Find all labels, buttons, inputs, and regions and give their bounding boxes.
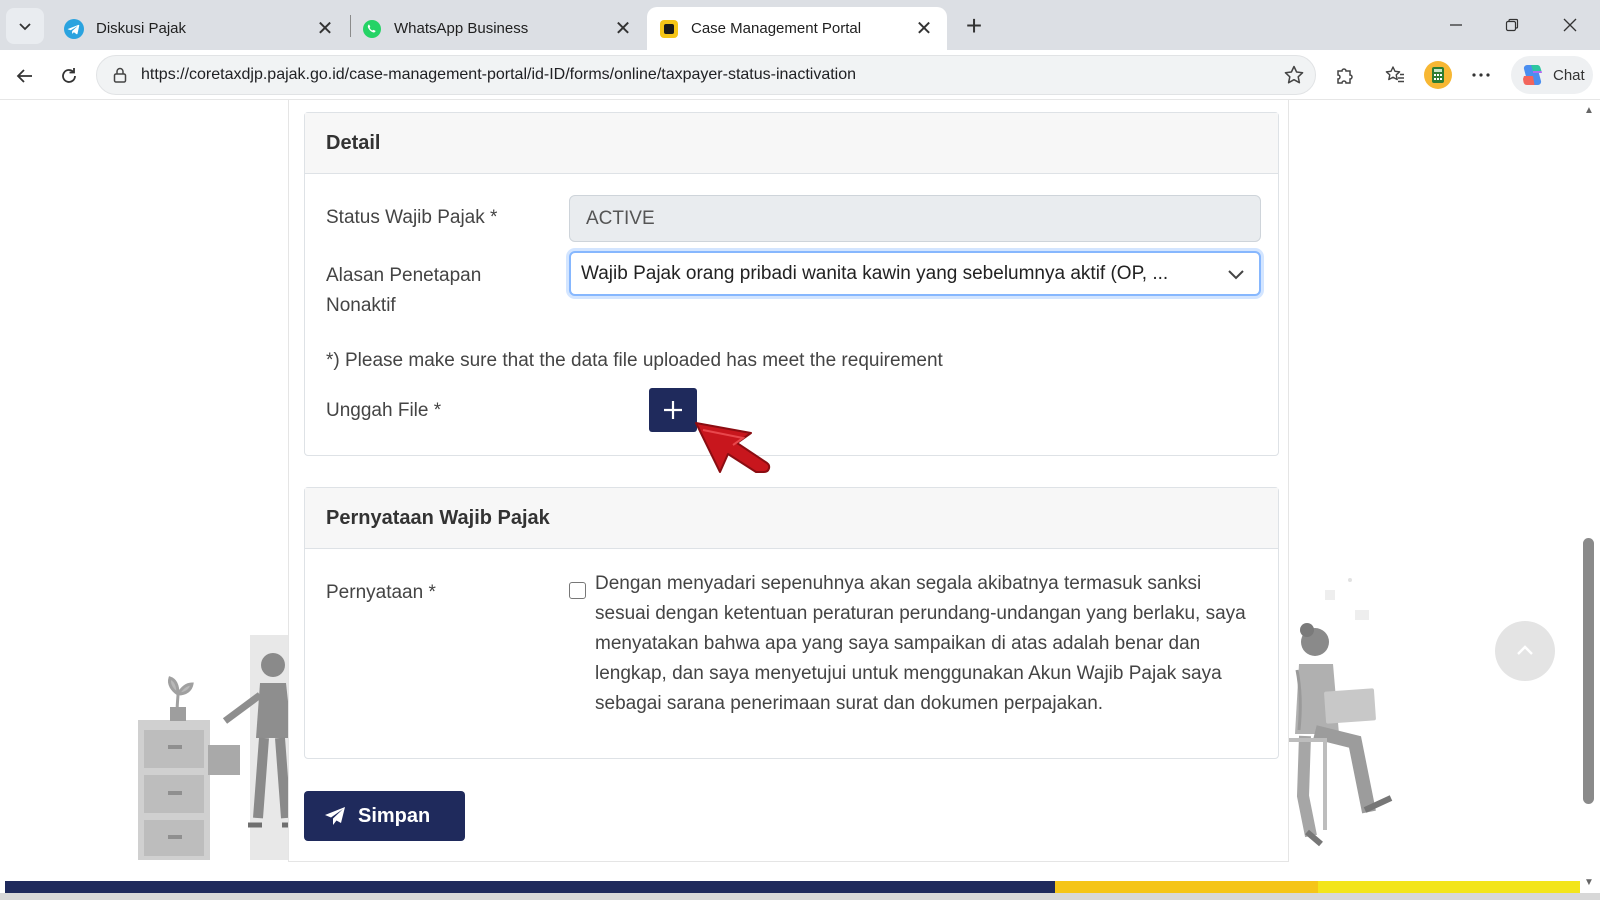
chevron-up-icon bbox=[1517, 645, 1533, 655]
more-dots-icon bbox=[1472, 73, 1490, 77]
woman-laptop-illustration-right bbox=[1285, 578, 1393, 847]
office-worker-illustration-left bbox=[138, 635, 296, 860]
address-bar[interactable]: https://coretaxdjp.pajak.go.id/case-mana… bbox=[96, 55, 1316, 95]
status-wajib-pajak-field: ACTIVE bbox=[569, 195, 1261, 242]
unggah-file-label: Unggah File * bbox=[326, 400, 442, 421]
close-tab-icon[interactable]: ✕ bbox=[314, 18, 336, 40]
browser-toolbar: https://coretaxdjp.pajak.go.id/case-mana… bbox=[0, 50, 1600, 100]
scroll-up-arrow-icon[interactable]: ▲ bbox=[1582, 104, 1596, 116]
alasan-penetapan-nonaktif-select[interactable]: Wajib Pajak orang pribadi wanita kawin y… bbox=[569, 251, 1261, 296]
minimize-button[interactable] bbox=[1434, 8, 1478, 42]
puzzle-icon bbox=[1337, 68, 1353, 84]
pernyataan-checkbox[interactable] bbox=[569, 582, 586, 599]
alasan-penetapan-label-line2: Nonaktif bbox=[326, 295, 396, 316]
extensions-button[interactable] bbox=[1331, 61, 1359, 89]
browser-tab-bar: Diskusi Pajak ✕ WhatsApp Business ✕ Case… bbox=[0, 0, 1600, 50]
close-window-button[interactable] bbox=[1548, 8, 1592, 42]
reload-button[interactable] bbox=[52, 59, 86, 93]
plus-icon bbox=[664, 401, 682, 419]
lock-icon bbox=[113, 67, 127, 83]
bottom-strip bbox=[0, 893, 1600, 900]
chevron-down-icon bbox=[19, 23, 31, 31]
pernyataan-text: Dengan menyadari sepenuhnya akan segala … bbox=[595, 573, 1246, 714]
alasan-penetapan-label-line1: Alasan Penetapan bbox=[326, 265, 482, 286]
favorite-star-icon[interactable] bbox=[1283, 64, 1305, 86]
tab-label: Case Management Portal bbox=[691, 20, 862, 37]
chat-label: Chat bbox=[1553, 66, 1585, 84]
favorites-icon bbox=[1385, 66, 1404, 83]
send-paper-plane-icon bbox=[325, 807, 345, 825]
footer-stripe-gold bbox=[1055, 881, 1318, 893]
upload-requirement-note: *) Please make sure that the data file u… bbox=[326, 350, 943, 371]
new-tab-button[interactable]: + bbox=[958, 10, 990, 42]
minimize-icon bbox=[1450, 24, 1462, 26]
page-scrollbar-thumb[interactable] bbox=[1583, 538, 1594, 804]
tab-label: Diskusi Pajak bbox=[96, 20, 187, 37]
red-pointer-arrow-annotation bbox=[695, 422, 771, 473]
simpan-button[interactable]: Simpan bbox=[304, 791, 465, 841]
close-icon bbox=[1563, 18, 1577, 32]
copilot-icon bbox=[1523, 65, 1542, 85]
simpan-label: Simpan bbox=[358, 804, 431, 827]
tab-label: WhatsApp Business bbox=[394, 20, 529, 37]
tab-whatsapp-business[interactable]: WhatsApp Business ✕ bbox=[350, 7, 646, 50]
reload-icon bbox=[62, 68, 76, 83]
calculator-icon bbox=[1424, 61, 1452, 89]
footer-stripe-yellow bbox=[1318, 881, 1580, 893]
status-wajib-pajak-value: ACTIVE bbox=[586, 207, 655, 229]
restore-icon bbox=[1505, 18, 1519, 32]
telegram-icon bbox=[64, 18, 84, 39]
close-tab-icon[interactable]: ✕ bbox=[612, 18, 634, 40]
scroll-down-arrow-icon[interactable]: ▼ bbox=[1582, 876, 1596, 888]
footer-stripe-navy bbox=[5, 881, 1055, 893]
alasan-penetapan-selected-value: Wajib Pajak orang pribadi wanita kawin y… bbox=[581, 262, 1169, 284]
pernyataan-label: Pernyataan * bbox=[326, 582, 436, 603]
chevron-down-icon bbox=[1228, 270, 1244, 280]
tab-list-button[interactable] bbox=[6, 8, 44, 44]
portal-icon bbox=[660, 19, 678, 38]
tab-diskusi-pajak[interactable]: Diskusi Pajak ✕ bbox=[52, 7, 348, 50]
calculator-extension-button[interactable] bbox=[1424, 61, 1452, 89]
copilot-chat-button[interactable]: Chat bbox=[1511, 56, 1593, 94]
restore-button[interactable] bbox=[1490, 8, 1534, 42]
arrow-left-icon bbox=[16, 69, 32, 83]
scroll-to-top-button[interactable] bbox=[1495, 621, 1555, 681]
back-button[interactable] bbox=[8, 59, 42, 93]
tab-case-management-portal[interactable]: Case Management Portal ✕ bbox=[647, 7, 947, 50]
add-file-button[interactable] bbox=[649, 388, 697, 432]
close-tab-icon[interactable]: ✕ bbox=[913, 18, 935, 40]
detail-section-header: Detail bbox=[305, 113, 1278, 174]
whatsapp-icon bbox=[363, 19, 381, 38]
status-wajib-pajak-label: Status Wajib Pajak * bbox=[326, 207, 498, 228]
more-menu-button[interactable] bbox=[1467, 61, 1495, 89]
url-text: https://coretaxdjp.pajak.go.id/case-mana… bbox=[141, 66, 857, 83]
favorites-button[interactable] bbox=[1381, 61, 1409, 89]
pernyataan-section-header: Pernyataan Wajib Pajak bbox=[305, 488, 1278, 549]
